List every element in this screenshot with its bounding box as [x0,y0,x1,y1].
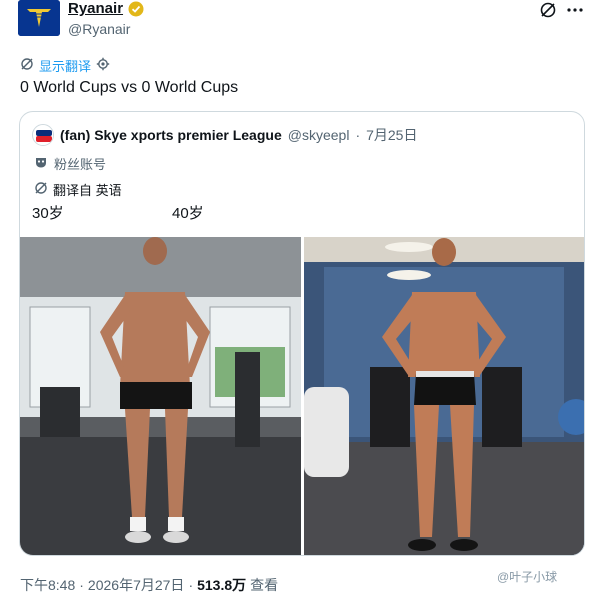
age-right-caption: 40岁 [172,205,204,222]
quote-display-name[interactable]: (fan) Skye xports premier League [60,127,282,143]
quoted-tweet[interactable]: (fan) Skye xports premier League @skyeep… [19,111,585,556]
watermark: @叶子小球 [497,570,558,584]
gym-photo-right [304,237,584,555]
quote-date[interactable]: 7月25日 [366,125,417,145]
harp-logo-icon [18,0,60,36]
translate-icon [34,181,48,198]
translated-from-text: 翻译自 英语 [53,183,122,198]
more-icon[interactable] [565,0,585,20]
translate-icon [20,57,34,74]
grok-icon[interactable] [538,0,558,20]
show-translation[interactable]: 显示翻译 [20,56,110,75]
gear-icon[interactable] [96,57,110,74]
translate-label[interactable]: 显示翻译 [39,56,91,75]
display-name[interactable]: Ryanair [68,0,123,17]
user-handle[interactable]: @Ryanair [68,21,130,37]
gym-photo-left [20,237,301,555]
tweet-footer: 下午8:48 · 2026年7月27日 · 513.8万 查看 [20,575,278,595]
fan-account-label: 粉丝账号 [34,154,106,173]
photo-age-40[interactable] [304,237,584,555]
fan-account-text: 粉丝账号 [54,157,107,172]
translated-from[interactable]: 翻译自 英语 [34,180,122,199]
mask-icon [34,155,48,172]
photo-age-30[interactable] [20,237,301,555]
ryanair-avatar[interactable] [18,0,60,36]
separator: · [355,127,361,143]
separator: · [79,577,84,593]
tweet-date[interactable]: 2026年7月27日 [88,575,185,595]
view-count: 513.8万 [197,577,247,593]
verified-badge-icon [128,1,144,17]
tweet-time[interactable]: 下午8:48 [20,575,75,595]
separator: · [188,577,194,593]
tweet-text: 0 World Cups vs 0 World Cups [20,79,239,96]
age-left-caption: 30岁 [32,205,64,222]
views-label: 查看 [250,577,279,593]
quote-handle[interactable]: @skyeepl [288,127,350,143]
quote-avatar[interactable] [32,124,54,146]
